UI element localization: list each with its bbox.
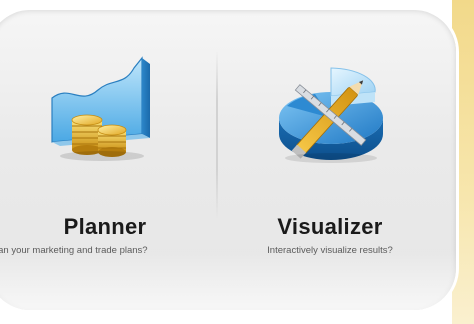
planner-title: Planner	[63, 214, 147, 239]
visualizer-title: Visualizer	[277, 214, 383, 239]
tools-panel: Planner lan your marketing and trade pla…	[0, 10, 456, 310]
pie-chart-tools-icon	[265, 46, 395, 181]
planner-tile[interactable]: Planner lan your marketing and trade pla…	[0, 10, 216, 270]
visualizer-description: Interactively visualize results?	[267, 245, 393, 256]
planner-description: lan your marketing and trade plans?	[0, 245, 148, 256]
visualizer-tile[interactable]: Visualizer Interactively visualize resul…	[218, 10, 442, 270]
chart-coins-icon	[42, 46, 162, 171]
